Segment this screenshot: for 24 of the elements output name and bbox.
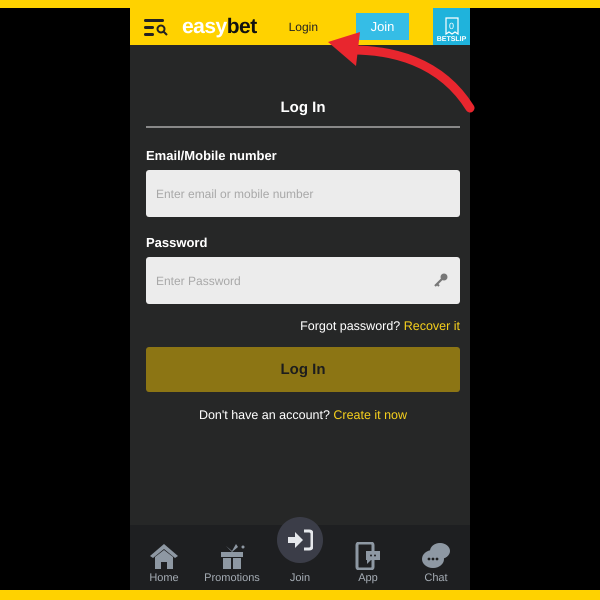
input-field[interactable]: Enter email or mobile number — [146, 170, 460, 217]
password-field[interactable]: Enter Password — [146, 257, 460, 304]
signup-text: Don't have an account? — [198, 408, 330, 422]
phone-chat-icon — [353, 542, 383, 570]
nav-item[interactable]: Home — [132, 542, 196, 584]
field-label: Password — [146, 235, 208, 250]
nav-item[interactable]: Chat — [404, 542, 468, 584]
create-account-link[interactable]: Create it now — [333, 408, 408, 422]
sign-in-icon — [287, 529, 313, 551]
home-icon — [149, 542, 179, 570]
login-button[interactable]: Log In — [146, 347, 460, 392]
nav-item[interactable]: App — [336, 542, 400, 584]
field-label: Email/Mobile number — [146, 148, 278, 163]
forgot-text: Forgot password? — [300, 319, 400, 333]
nav-item[interactable]: Promotions — [200, 542, 264, 584]
nav-item[interactable]: Join — [268, 517, 332, 584]
logo[interactable]: easybet — [182, 14, 257, 38]
form-title: Log In — [146, 99, 460, 128]
chat-icon — [421, 542, 451, 570]
key-icon — [434, 273, 448, 287]
login-link[interactable]: Login — [286, 16, 320, 38]
recover-link[interactable]: Recover it — [404, 319, 460, 333]
receipt-icon — [444, 17, 458, 35]
menu-search-icon[interactable] — [144, 18, 168, 36]
